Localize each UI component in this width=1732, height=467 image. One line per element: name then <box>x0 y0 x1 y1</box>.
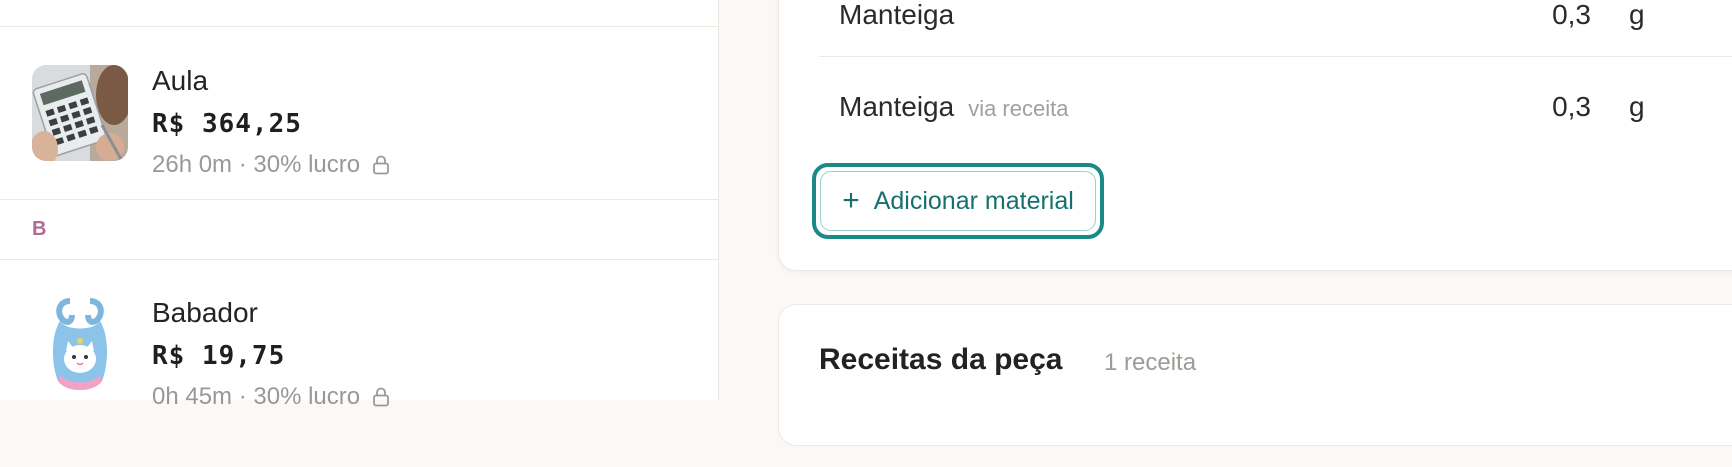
materials-card: Manteiga 0,3 g Manteiga via receita 0,3 g… <box>778 0 1732 271</box>
divider <box>819 56 1732 57</box>
divider <box>0 259 718 260</box>
material-via-recipe: via receita <box>968 96 1069 121</box>
material-unit: g <box>1629 0 1645 30</box>
piece-item-babador[interactable]: Babador R$ 19,75 0h 45m · 30% lucro <box>0 297 718 467</box>
piece-meta: 0h 45m · 30% lucro <box>152 383 390 411</box>
material-row[interactable]: Manteiga 0,3 g <box>811 0 1727 47</box>
piece-meta-text: 26h 0m · 30% lucro <box>152 151 361 178</box>
material-row[interactable]: Manteiga via receita 0,3 g <box>811 79 1727 139</box>
piece-item-aula[interactable]: Aula R$ 364,25 26h 0m · 30% lucro <box>0 65 718 235</box>
divider <box>0 26 718 27</box>
add-material-focus-ring: + Adicionar material <box>812 163 1104 239</box>
piece-price: R$ 364,25 <box>152 109 302 139</box>
add-material-label: Adicionar material <box>873 186 1074 215</box>
piece-name: Babador <box>152 297 258 328</box>
piece-thumbnail <box>32 65 128 161</box>
material-quantity: 0,3 <box>1552 91 1591 122</box>
recipes-card: Receitas da peça 1 receita <box>778 304 1732 446</box>
piece-meta: 26h 0m · 30% lucro <box>152 151 390 179</box>
material-name: Manteiga <box>839 0 955 30</box>
material-quantity: 0,3 <box>1552 0 1591 30</box>
add-material-button[interactable]: + Adicionar material <box>820 171 1096 231</box>
material-unit: g <box>1629 91 1645 122</box>
recipes-section-title: Receitas da peça <box>819 343 1063 376</box>
divider <box>0 199 718 200</box>
lock-icon <box>373 387 390 407</box>
material-name: Manteiga via receita <box>839 91 1069 122</box>
pieces-list: Aula R$ 364,25 26h 0m · 30% lucro B Baba… <box>0 0 719 410</box>
bib-photo <box>32 297 128 393</box>
recipes-count: 1 receita <box>1104 349 1197 376</box>
piece-name: Aula <box>152 65 209 96</box>
section-letter-b: B <box>32 218 47 240</box>
piece-price: R$ 19,75 <box>152 341 286 371</box>
plus-icon: + <box>842 184 860 217</box>
lock-icon <box>373 155 390 175</box>
piece-meta-text: 0h 45m · 30% lucro <box>152 383 361 410</box>
piece-thumbnail <box>32 297 128 393</box>
calculator-photo <box>32 65 128 161</box>
